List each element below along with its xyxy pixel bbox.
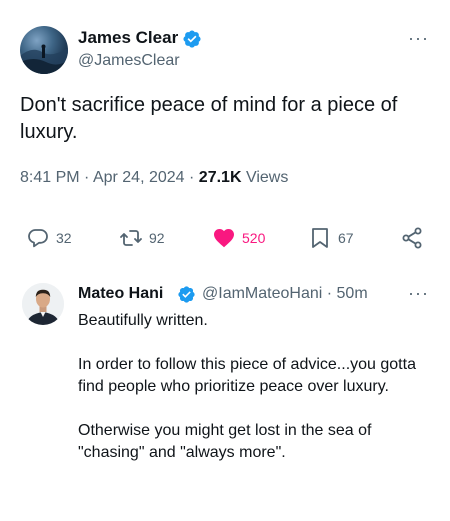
meta-separator: · bbox=[84, 169, 93, 186]
tweet-text: Don't sacrifice peace of mind for a piec… bbox=[20, 94, 398, 143]
reply-count: 32 bbox=[56, 230, 72, 246]
views-count: 27.1K bbox=[198, 169, 242, 186]
reply-author-name[interactable]: Mateo Hani bbox=[78, 285, 163, 303]
reply-paragraph: In order to follow this piece of advice.… bbox=[78, 356, 416, 395]
verified-badge-icon bbox=[183, 30, 201, 48]
views-label: Views bbox=[245, 169, 289, 186]
meta-separator: · bbox=[326, 285, 337, 302]
tweet-date[interactable]: Apr 24, 2024 bbox=[93, 169, 185, 186]
author-name[interactable]: James Clear bbox=[78, 28, 178, 48]
reply-author-avatar[interactable] bbox=[22, 283, 64, 325]
repost-count: 92 bbox=[149, 230, 165, 246]
share-icon bbox=[402, 227, 422, 249]
heart-icon bbox=[214, 229, 234, 248]
like-count: 520 bbox=[242, 230, 266, 246]
reply-button[interactable]: 32 bbox=[26, 226, 72, 250]
repost-icon bbox=[120, 230, 142, 246]
verified-badge-icon bbox=[178, 286, 195, 303]
bookmark-icon bbox=[312, 228, 328, 248]
tweet-metadata: 8:41 PM · Apr 24, 2024 · 27.1K Views bbox=[20, 169, 288, 187]
repost-button[interactable]: 92 bbox=[119, 226, 165, 250]
reply-more-options-icon[interactable]: ··· bbox=[408, 283, 429, 304]
share-button[interactable] bbox=[400, 226, 424, 250]
more-options-icon[interactable]: ··· bbox=[408, 28, 429, 49]
reply-author-handle[interactable]: @IamMateoHani bbox=[202, 285, 322, 302]
author-avatar[interactable] bbox=[20, 26, 68, 74]
bookmark-button[interactable]: 67 bbox=[308, 226, 354, 250]
reply-text: Beautifully written. In order to follow … bbox=[78, 310, 430, 486]
like-button[interactable]: 520 bbox=[212, 226, 265, 250]
meta-separator: · bbox=[189, 169, 199, 186]
tweet-time[interactable]: 8:41 PM bbox=[20, 169, 80, 186]
reply-timestamp[interactable]: 50m bbox=[337, 285, 368, 302]
reply-paragraph: Otherwise you might get lost in the sea … bbox=[78, 422, 372, 461]
reply-paragraph: Beautifully written. bbox=[78, 312, 208, 329]
reply-icon bbox=[28, 229, 48, 248]
author-handle[interactable]: @JamesClear bbox=[78, 52, 180, 70]
reply-meta: @IamMateoHani · 50m bbox=[202, 285, 368, 303]
bookmark-count: 67 bbox=[338, 230, 354, 246]
